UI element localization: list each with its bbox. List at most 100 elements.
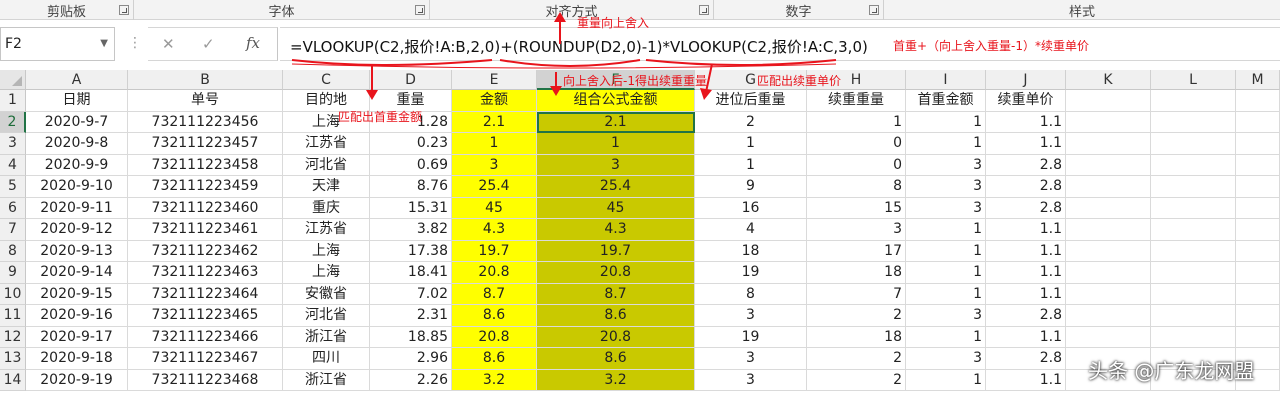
table-cell[interactable]: 25.4 <box>537 176 695 198</box>
formula-bar-handle-icon[interactable]: ⋮ <box>128 35 142 51</box>
dialog-launcher-icon[interactable] <box>415 5 425 15</box>
table-cell[interactable]: 45 <box>537 197 695 219</box>
column-header-a[interactable]: A <box>26 70 128 90</box>
table-cell[interactable]: 0.23 <box>370 133 452 155</box>
table-cell[interactable]: 上海 <box>283 262 370 284</box>
table-cell[interactable] <box>1236 197 1280 219</box>
table-cell[interactable]: 18 <box>807 262 906 284</box>
table-cell[interactable]: 1 <box>906 219 986 241</box>
table-cell[interactable]: 8.76 <box>370 176 452 198</box>
table-cell[interactable] <box>1066 326 1151 348</box>
table-cell[interactable]: 1.1 <box>986 369 1066 391</box>
table-header-cell[interactable]: 续重单价 <box>986 90 1066 112</box>
table-cell[interactable]: 浙江省 <box>283 369 370 391</box>
table-cell[interactable]: 8.6 <box>537 348 695 370</box>
table-cell[interactable]: 2 <box>695 111 807 133</box>
table-header-cell[interactable]: 金额 <box>452 90 537 112</box>
table-cell[interactable]: 16 <box>695 197 807 219</box>
table-cell[interactable]: 3 <box>906 348 986 370</box>
table-cell[interactable] <box>1151 176 1236 198</box>
table-cell[interactable] <box>1236 219 1280 241</box>
row-header[interactable]: 9 <box>0 262 26 284</box>
table-cell[interactable]: 2.31 <box>370 305 452 327</box>
check-icon[interactable]: ✓ <box>202 35 215 53</box>
table-cell[interactable]: 河北省 <box>283 305 370 327</box>
row-header[interactable]: 2 <box>0 111 26 133</box>
select-all-button[interactable] <box>0 70 26 90</box>
table-cell[interactable]: 1 <box>695 133 807 155</box>
table-cell[interactable]: 18.41 <box>370 262 452 284</box>
table-cell[interactable]: 0 <box>807 154 906 176</box>
table-cell[interactable]: 河北省 <box>283 154 370 176</box>
table-cell[interactable] <box>1151 283 1236 305</box>
table-cell[interactable]: 1 <box>906 133 986 155</box>
table-cell[interactable]: 3 <box>906 305 986 327</box>
dialog-launcher-icon[interactable] <box>119 5 129 15</box>
table-cell[interactable]: 1.1 <box>986 219 1066 241</box>
table-cell[interactable]: 2020-9-16 <box>26 305 128 327</box>
table-cell[interactable]: 8 <box>695 283 807 305</box>
table-cell[interactable] <box>1066 111 1151 133</box>
table-cell[interactable] <box>1151 197 1236 219</box>
dialog-launcher-icon[interactable] <box>869 5 879 15</box>
table-cell[interactable] <box>1066 283 1151 305</box>
table-cell[interactable]: 3 <box>452 154 537 176</box>
table-cell[interactable] <box>1236 111 1280 133</box>
table-cell[interactable]: 1 <box>695 154 807 176</box>
chevron-down-icon[interactable]: ▼ <box>100 38 108 49</box>
table-cell[interactable]: 重庆 <box>283 197 370 219</box>
table-header-cell[interactable]: 续重重量 <box>807 90 906 112</box>
table-cell[interactable]: 2020-9-11 <box>26 197 128 219</box>
table-cell[interactable]: 4.3 <box>537 219 695 241</box>
table-cell[interactable]: 天津 <box>283 176 370 198</box>
table-cell[interactable]: 15.31 <box>370 197 452 219</box>
table-cell[interactable]: 7.02 <box>370 283 452 305</box>
table-cell[interactable]: 2020-9-19 <box>26 369 128 391</box>
table-cell[interactable]: 2020-9-12 <box>26 219 128 241</box>
table-cell[interactable]: 3 <box>906 154 986 176</box>
table-cell[interactable]: 1 <box>537 133 695 155</box>
table-cell[interactable]: 2020-9-10 <box>26 176 128 198</box>
table-cell[interactable] <box>1066 176 1151 198</box>
insert-function-button[interactable]: fx <box>246 34 260 52</box>
table-cell[interactable]: 2.96 <box>370 348 452 370</box>
table-cell[interactable]: 安徽省 <box>283 283 370 305</box>
table-cell[interactable]: 3 <box>807 219 906 241</box>
row-header[interactable]: 14 <box>0 369 26 391</box>
table-cell[interactable]: 20.8 <box>452 262 537 284</box>
table-cell[interactable]: 8.6 <box>452 348 537 370</box>
table-cell[interactable]: 732111223467 <box>128 348 283 370</box>
table-cell[interactable]: 732111223468 <box>128 369 283 391</box>
table-cell[interactable] <box>1066 305 1151 327</box>
table-cell[interactable]: 3.2 <box>452 369 537 391</box>
table-cell[interactable]: 0 <box>807 133 906 155</box>
table-cell[interactable]: 1 <box>906 262 986 284</box>
table-cell[interactable]: 2.26 <box>370 369 452 391</box>
table-cell[interactable]: 浙江省 <box>283 326 370 348</box>
column-header-m[interactable]: M <box>1236 70 1280 90</box>
table-cell[interactable]: 1 <box>906 240 986 262</box>
table-cell[interactable]: 2.8 <box>986 305 1066 327</box>
table-cell[interactable] <box>1236 283 1280 305</box>
table-cell[interactable] <box>1236 240 1280 262</box>
table-cell[interactable]: 19.7 <box>537 240 695 262</box>
table-header-cell[interactable]: 组合公式金额 <box>537 90 695 112</box>
table-cell[interactable]: 17 <box>807 240 906 262</box>
table-cell[interactable] <box>1151 305 1236 327</box>
row-header[interactable]: 13 <box>0 348 26 370</box>
table-header-cell[interactable]: 日期 <box>26 90 128 112</box>
table-cell[interactable]: 江苏省 <box>283 133 370 155</box>
table-cell[interactable]: 2.8 <box>986 176 1066 198</box>
table-cell[interactable]: 1.1 <box>986 133 1066 155</box>
table-cell[interactable]: 2.8 <box>986 154 1066 176</box>
table-cell[interactable]: 8.7 <box>537 283 695 305</box>
table-cell[interactable]: 2 <box>807 305 906 327</box>
table-cell[interactable] <box>1066 240 1151 262</box>
table-cell[interactable]: 19 <box>695 326 807 348</box>
table-cell[interactable]: 8.7 <box>452 283 537 305</box>
table-cell[interactable]: 1 <box>452 133 537 155</box>
table-cell[interactable] <box>1151 326 1236 348</box>
table-cell[interactable]: 1.1 <box>986 283 1066 305</box>
table-cell[interactable]: 732111223457 <box>128 133 283 155</box>
table-cell[interactable] <box>1236 262 1280 284</box>
